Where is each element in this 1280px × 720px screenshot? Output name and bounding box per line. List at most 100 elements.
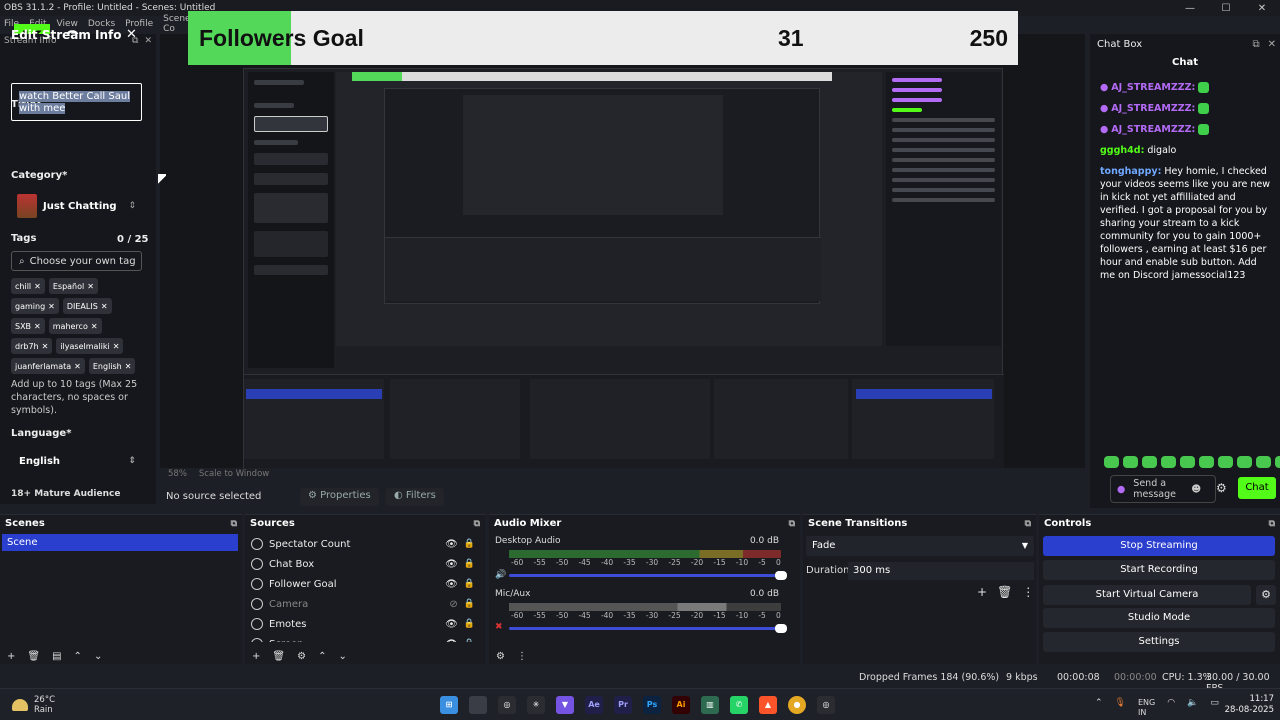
tag-chip[interactable]: ilyaselmaliki ✕ — [56, 338, 124, 354]
tag-chip[interactable]: DIEALIS ✕ — [62, 298, 112, 314]
float-dock-icon[interactable]: ⧉ — [231, 519, 242, 529]
photoshop-icon[interactable]: Ps — [643, 696, 661, 714]
tags-search-input[interactable]: ⌕ Choose your own tag — [11, 251, 142, 271]
volume-slider[interactable] — [509, 624, 787, 633]
tag-chip[interactable]: drb7h ✕ — [11, 338, 53, 354]
volume-slider[interactable] — [509, 571, 787, 580]
source-item[interactable]: Chat Box 👁 🔒 — [245, 554, 485, 574]
tag-chip[interactable]: maherco ✕ — [48, 318, 102, 334]
gear-icon[interactable]: ⚙ — [297, 651, 306, 662]
more-icon[interactable]: ⋮ — [517, 651, 527, 662]
keyboard-lang[interactable]: ENG — [1138, 698, 1155, 707]
source-item[interactable]: Follower Goal 👁 🔒 — [245, 574, 485, 594]
remove-tag-icon[interactable]: ✕ — [91, 322, 98, 331]
stop-streaming-button[interactable]: Stop Streaming — [1043, 536, 1275, 556]
title-input[interactable]: watch Better Call Saul with mee — [11, 83, 142, 121]
volume-icon[interactable]: 🔈 — [1187, 698, 1198, 718]
eye-icon[interactable]: 👁 — [445, 579, 458, 590]
chevron-up-icon[interactable]: ⌃ — [1095, 698, 1103, 718]
more-icon[interactable]: ⋮ — [1022, 585, 1034, 599]
close-dock-icon[interactable]: ✕ — [1268, 39, 1276, 50]
chevron-down-icon[interactable]: ⌄ — [94, 651, 102, 662]
trash-icon[interactable]: 🗑 — [997, 585, 1012, 599]
category-select[interactable]: Just Chatting ⇕ — [11, 190, 142, 222]
maximize-icon[interactable]: ☐ — [1208, 3, 1244, 14]
source-item[interactable]: Camera ⊘ 🔒 — [245, 594, 485, 614]
obs-active-icon[interactable]: ◎ — [817, 696, 835, 714]
scale-mode[interactable]: Scale to Window — [199, 469, 269, 479]
scene-item[interactable]: Scene — [2, 534, 238, 551]
remove-tag-icon[interactable]: ✕ — [42, 342, 49, 351]
filters-button[interactable]: ◐ Filters — [386, 488, 444, 506]
wifi-icon[interactable]: ◠ — [1167, 698, 1175, 718]
source-item[interactable]: Screen 👁 🔒 — [245, 634, 485, 642]
tag-chip[interactable]: SXB ✕ — [11, 318, 45, 334]
chat-username[interactable]: AJ_STREAMZZZ: — [1111, 103, 1195, 114]
remove-tag-icon[interactable]: ✕ — [125, 362, 132, 371]
float-dock-icon[interactable]: ⧉ — [1252, 39, 1259, 50]
weather-widget[interactable]: 26°C Rain — [12, 695, 55, 715]
chat-username[interactable]: gggh4d: — [1100, 145, 1144, 156]
lock-icon[interactable]: 🔒 — [464, 599, 475, 609]
eye-icon[interactable]: 👁 — [445, 559, 458, 570]
remove-tag-icon[interactable]: ✕ — [113, 342, 120, 351]
emote-icon[interactable] — [1123, 456, 1138, 468]
chat-username[interactable]: AJ_STREAMZZZ: — [1111, 124, 1195, 135]
emote-icon[interactable] — [1104, 456, 1119, 468]
chatgpt-icon[interactable]: ✳ — [527, 696, 545, 714]
eye-icon[interactable]: 👁 — [445, 539, 458, 550]
obs-icon[interactable]: ◎ — [498, 696, 516, 714]
tag-chip[interactable]: Español ✕ — [48, 278, 98, 294]
eye-icon[interactable]: 👁 — [445, 639, 458, 643]
tag-chip[interactable]: gaming ✕ — [11, 298, 59, 314]
shield-icon[interactable]: ▼ — [556, 696, 574, 714]
premiere-icon[interactable]: Pr — [614, 696, 632, 714]
source-item[interactable]: Emotes 👁 🔒 — [245, 614, 485, 634]
lock-icon[interactable]: 🔒 — [464, 559, 475, 569]
mic-icon[interactable]: 🎙 — [1115, 698, 1126, 718]
close-icon[interactable]: ✕ — [126, 27, 137, 42]
chat-send-input[interactable]: ● Send a message ☻ — [1110, 475, 1216, 503]
duration-input[interactable]: 300 ms — [848, 562, 1034, 580]
emote-icon[interactable] — [1275, 456, 1280, 468]
remove-tag-icon[interactable]: ✕ — [101, 302, 108, 311]
remove-tag-icon[interactable]: ✕ — [34, 322, 41, 331]
minimize-icon[interactable]: — — [1172, 3, 1208, 14]
chrome-icon[interactable]: ● — [788, 696, 806, 714]
whatsapp-icon[interactable]: ✆ — [730, 696, 748, 714]
explorer-icon[interactable] — [469, 696, 487, 714]
excel-icon[interactable]: ▥ — [701, 696, 719, 714]
chevron-up-icon[interactable]: ⌃ — [318, 651, 326, 662]
chat-username[interactable]: AJ_STREAMZZZ: — [1111, 82, 1195, 93]
source-item[interactable]: Spectator Count 👁 🔒 — [245, 534, 485, 554]
chat-username[interactable]: tonghappy: — [1100, 166, 1161, 177]
speaker-icon[interactable]: 🔊 — [495, 570, 506, 580]
remove-tag-icon[interactable]: ✕ — [87, 282, 94, 291]
brave-icon[interactable]: ▲ — [759, 696, 777, 714]
add-icon[interactable]: + — [7, 651, 15, 662]
start-icon[interactable]: ⊞ — [440, 696, 458, 714]
close-dock-icon[interactable]: ✕ — [144, 36, 152, 46]
chat-settings-icon[interactable]: ⚙ — [1216, 481, 1227, 495]
add-icon[interactable]: + — [252, 651, 260, 662]
studio-mode-button[interactable]: Studio Mode — [1043, 608, 1275, 628]
lock-icon[interactable]: 🔒 — [464, 539, 475, 549]
chat-send-button[interactable]: Chat — [1238, 477, 1276, 499]
transition-select[interactable]: Fade ▼ — [806, 536, 1034, 556]
virtual-camera-gear-icon[interactable]: ⚙ — [1256, 585, 1276, 605]
add-icon[interactable]: + — [977, 585, 987, 599]
lock-icon[interactable]: 🔒 — [464, 619, 475, 629]
emote-icon[interactable] — [1142, 456, 1157, 468]
remove-tag-icon[interactable]: ✕ — [74, 362, 81, 371]
float-dock-icon[interactable]: ⧉ — [1025, 519, 1036, 529]
eye-icon[interactable]: 👁 — [445, 619, 458, 630]
trash-icon[interactable]: 🗑 — [272, 651, 285, 662]
mic-muted-icon[interactable]: ✖ — [495, 622, 503, 632]
preview-canvas[interactable] — [160, 34, 1085, 468]
eye-off-icon[interactable]: ⊘ — [449, 599, 457, 610]
remove-tag-icon[interactable]: ✕ — [48, 302, 55, 311]
chevron-up-icon[interactable]: ⌃ — [74, 651, 82, 662]
emoji-icon[interactable]: ☻ — [1191, 484, 1201, 495]
tag-chip[interactable]: juanferlamata ✕ — [11, 358, 85, 374]
properties-button[interactable]: ⚙ Properties — [300, 488, 379, 506]
